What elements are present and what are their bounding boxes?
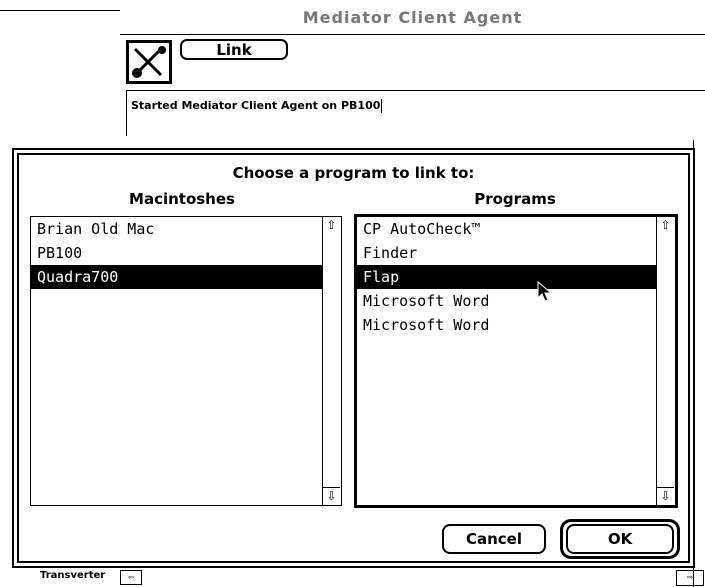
scroll-up-arrow-icon[interactable]: ⇧ (657, 217, 674, 234)
programs-header: Programs (474, 190, 556, 208)
programs-list[interactable]: CP AutoCheck™ Finder Flap Microsoft Word Mic… (354, 214, 678, 508)
macintoshes-scrollbar[interactable]: ⇧ ⇩ (322, 217, 341, 505)
cancel-button[interactable]: Cancel (442, 524, 546, 554)
link-button[interactable]: Link (180, 39, 288, 60)
background-window-edge-top (0, 10, 120, 11)
scroll-down-arrow-icon[interactable]: ⇩ (323, 487, 340, 505)
program-item[interactable]: Microsoft Word (357, 289, 658, 313)
agent-window-title: Mediator Client Agent (302, 8, 523, 27)
scroll-down-arrow-icon[interactable]: ⇩ (657, 487, 674, 505)
scroll-left-arrow-icon[interactable]: ⇦ (120, 570, 142, 585)
macintosh-item[interactable]: PB100 (31, 241, 324, 265)
macintoshes-list[interactable]: Brian Old Mac PB100 Quadra700 ⇧ ⇩ (30, 216, 342, 506)
arrow-cursor-icon (537, 280, 553, 302)
program-item[interactable]: Finder (357, 241, 658, 265)
program-item[interactable]: Microsoft Word (357, 313, 658, 337)
status-text: Started Mediator Client Agent on PB100 (131, 99, 383, 113)
satellite-link-icon[interactable] (126, 40, 172, 84)
agent-window: Mediator Client Agent Link Started Media… (120, 0, 705, 140)
program-item[interactable]: CP AutoCheck™ (357, 217, 658, 241)
scroll-right-arrow-icon[interactable]: ⇨ (676, 570, 704, 586)
dialog-prompt: Choose a program to link to: (232, 164, 475, 182)
scroll-up-arrow-icon[interactable]: ⇧ (323, 217, 340, 234)
ok-button[interactable]: OK (566, 524, 674, 554)
status-log[interactable]: Started Mediator Client Agent on PB100 (126, 90, 705, 136)
title-bar-rule (120, 34, 705, 35)
programs-scrollbar[interactable]: ⇧ ⇩ (656, 217, 675, 505)
background-window-label: Transverter (40, 570, 106, 581)
macintosh-item[interactable]: Brian Old Mac (31, 217, 324, 241)
macintosh-item[interactable]: Quadra700 (31, 265, 324, 289)
link-dialog: Choose a program to link to: Macintoshes… (12, 148, 695, 568)
macintoshes-header: Macintoshes (129, 190, 235, 208)
program-item[interactable]: Flap (357, 265, 658, 289)
